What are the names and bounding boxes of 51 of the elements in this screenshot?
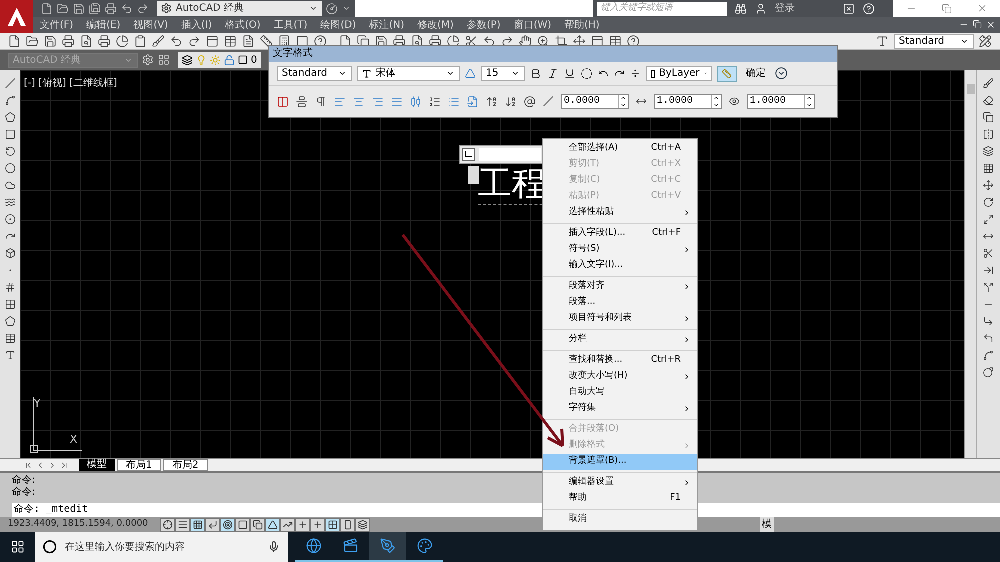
menu-item[interactable]: 自动大写: [543, 385, 697, 401]
layout-tab[interactable]: 布局2: [163, 459, 208, 471]
menu-item[interactable]: 标注(N): [369, 18, 405, 32]
taskbar-search-field[interactable]: 在这里输入你要搜索的内容: [35, 532, 288, 562]
menu-item[interactable]: 窗口(W): [514, 18, 552, 32]
text-style-dropdown[interactable]: Standard: [894, 34, 974, 48]
tracking-field[interactable]: 1.0000: [654, 94, 722, 109]
y-axis-label: Y: [34, 396, 41, 412]
menu-item[interactable]: 符号(S): [543, 242, 697, 258]
menu-item[interactable]: 取消: [543, 512, 697, 528]
layout-tab[interactable]: 布局1: [117, 459, 162, 471]
layer-dropdown[interactable]: 0: [178, 52, 262, 68]
command-history-line: 命令:: [12, 475, 36, 487]
menu-item[interactable]: 字符集: [543, 401, 697, 417]
height-dropdown[interactable]: 15: [481, 66, 525, 81]
viewport-label[interactable]: [-] [俯视] [二维线框]: [24, 76, 118, 91]
menu-item[interactable]: 插入(I): [181, 18, 212, 32]
menu-item[interactable]: 编辑器设置: [543, 475, 697, 491]
menu-item[interactable]: 绘图(D): [320, 18, 356, 32]
menu-item[interactable]: 文件(F): [40, 18, 74, 32]
menu-item[interactable]: 改变大小写(H): [543, 369, 697, 385]
workspace-dropdown[interactable]: AutoCAD 经典: [157, 1, 322, 16]
menu-item[interactable]: 视图(V): [134, 18, 168, 32]
menu-item[interactable]: 项目符号和列表: [543, 311, 697, 327]
coordinates-readout: 1923.4409, 1815.1594, 0.0000: [7, 518, 150, 531]
menu-item[interactable]: 分栏: [543, 332, 697, 348]
style-dropdown[interactable]: Standard: [277, 66, 352, 81]
font-dropdown[interactable]: 宋体: [357, 66, 460, 81]
menu-item[interactable]: 查找和替换... Ctrl+R: [543, 353, 697, 369]
menu-item[interactable]: 插入字段(L)... Ctrl+F: [543, 226, 697, 242]
width-factor-field[interactable]: 1.0000: [747, 94, 815, 109]
oblique-field[interactable]: 0.0000: [561, 94, 629, 109]
login-link[interactable]: 登录: [775, 1, 835, 16]
status-label: 模: [760, 517, 774, 532]
x-axis-label: X: [70, 432, 78, 448]
menu-item[interactable]: 修改(M): [418, 18, 454, 32]
menu-item[interactable]: 全部选择(A) Ctrl+A: [543, 141, 697, 157]
color-dropdown[interactable]: ByLayer: [646, 66, 712, 81]
dialog-title: 文字格式: [269, 46, 837, 62]
menu-item[interactable]: 参数(P): [466, 18, 501, 32]
layout-tab[interactable]: 模型: [79, 459, 115, 471]
menu-item[interactable]: 背景遮罩(B)...: [543, 454, 697, 470]
menu-item[interactable]: 帮助(H): [564, 18, 600, 32]
menu-item[interactable]: 工具(T): [274, 18, 308, 32]
menu-item[interactable]: 输入文字(I)...: [543, 258, 697, 274]
command-history-line: 命令:: [12, 487, 36, 499]
menu-item[interactable]: 格式(O): [225, 18, 261, 32]
menu-item[interactable]: 段落对齐: [543, 279, 697, 295]
menu-item[interactable]: 选择性粘贴: [543, 205, 697, 221]
menu-item[interactable]: 段落...: [543, 295, 697, 311]
menu-item[interactable]: 编辑(E): [86, 18, 121, 32]
